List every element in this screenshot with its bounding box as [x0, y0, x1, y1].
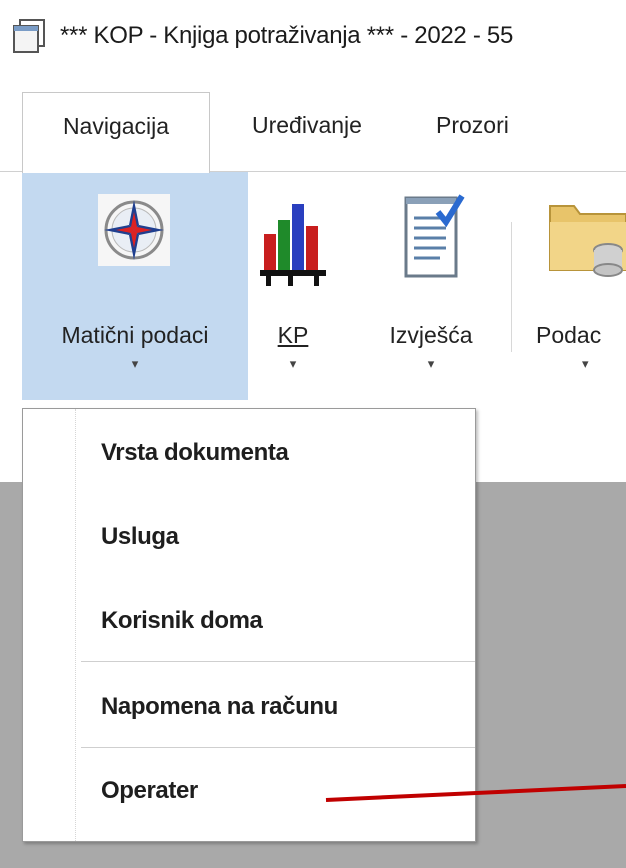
- izvjesca-label: Izvješća: [389, 322, 473, 348]
- report-checklist-icon: [404, 194, 465, 278]
- tab-navigacija[interactable]: Navigacija: [22, 92, 210, 173]
- bar-chart-icon: [260, 204, 326, 286]
- app-window-icon: [13, 19, 45, 53]
- izvjesca-button[interactable]: Izvješća ▾: [372, 172, 490, 400]
- window-title: *** KOP - Knjiga potraživanja *** - 2022…: [60, 22, 513, 49]
- ribbon-separator: [511, 222, 512, 352]
- menu-item-napomena-na-racunu[interactable]: Napomena na računu: [101, 693, 338, 721]
- kp-label: KP: [250, 322, 336, 349]
- kp-button[interactable]: KP ▾: [250, 172, 336, 400]
- tab-prozori[interactable]: Prozori: [436, 92, 509, 172]
- menu-item-vrsta-dokumenta[interactable]: Vrsta dokumenta: [101, 439, 289, 467]
- kp-label-text: KP: [277, 322, 309, 348]
- podaci-label: Podac: [536, 322, 602, 348]
- podaci-button[interactable]: Podac ▾: [520, 172, 626, 400]
- menu-icon-gutter: [75, 409, 77, 841]
- chevron-down-icon: ▾: [289, 356, 297, 371]
- chevron-down-icon: ▾: [427, 356, 435, 371]
- chevron-down-icon: ▾: [131, 356, 139, 371]
- title-bar: *** KOP - Knjiga potraživanja *** - 2022…: [0, 0, 626, 78]
- folder-database-icon: [549, 205, 626, 277]
- menu-item-operater[interactable]: Operater: [101, 777, 198, 805]
- ribbon-tabs: Navigacija Uređivanje Prozori: [0, 78, 626, 173]
- menu-item-usluga[interactable]: Usluga: [101, 523, 179, 551]
- menu-item-korisnik-doma[interactable]: Korisnik doma: [101, 607, 263, 635]
- compass-rose-icon: [98, 194, 170, 266]
- chevron-down-icon: ▾: [582, 356, 589, 371]
- tab-uredivanje[interactable]: Uređivanje: [252, 92, 362, 172]
- maticni-podaci-button[interactable]: Matični podaci ▾: [22, 172, 248, 400]
- menu-separator: [81, 661, 475, 662]
- maticni-podaci-label: Matični podaci: [61, 322, 209, 348]
- menu-separator: [81, 747, 475, 748]
- ribbon-panel: Matični podaci ▾ KP ▾ Izvješća ▾ Podac ▾: [0, 172, 626, 400]
- maticni-podaci-dropdown: Vrsta dokumenta Usluga Korisnik doma Nap…: [22, 408, 476, 842]
